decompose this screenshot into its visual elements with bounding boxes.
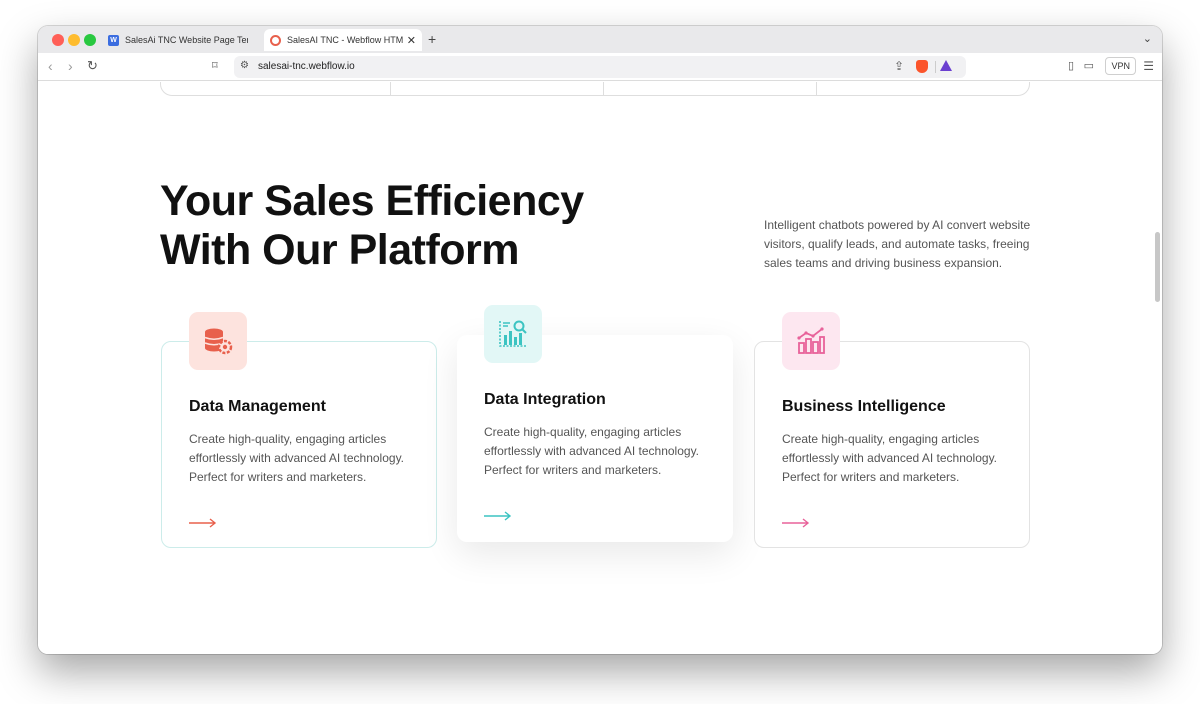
tab-webflow-template[interactable]: W SalesAi TNC Website Page Templ bbox=[102, 29, 254, 51]
feature-card-data-integration[interactable]: Data Integration Create high-quality, en… bbox=[457, 305, 733, 542]
new-tab-button[interactable]: + bbox=[428, 31, 436, 47]
card-description: Create high-quality, engaging articles e… bbox=[484, 425, 700, 477]
vpn-button[interactable]: VPN bbox=[1105, 57, 1136, 75]
feature-card-business-intelligence[interactable]: Business Intelligence Create high-qualit… bbox=[754, 312, 1030, 548]
brave-rewards-icon[interactable] bbox=[940, 60, 952, 71]
brave-shields-icon[interactable] bbox=[916, 60, 928, 73]
arrow-right-icon[interactable] bbox=[782, 518, 810, 528]
card-description: Create high-quality, engaging articles e… bbox=[189, 432, 405, 484]
reload-button[interactable]: ↻ bbox=[87, 58, 98, 74]
page-scrollbar[interactable] bbox=[1155, 232, 1160, 302]
salesai-favicon-icon bbox=[270, 34, 281, 46]
heading-text: With Our Platform bbox=[160, 226, 520, 274]
arrow-right-icon[interactable] bbox=[484, 511, 512, 521]
card-description: Create high-quality, engaging articles e… bbox=[782, 432, 998, 484]
card-title: Data Integration bbox=[484, 391, 606, 408]
site-settings-icon[interactable]: ⚙ bbox=[240, 60, 249, 71]
sidebar-toggle-icon[interactable]: ▯ bbox=[1068, 59, 1074, 72]
divider bbox=[390, 82, 391, 95]
analytics-chart-icon bbox=[499, 320, 527, 347]
divider bbox=[816, 82, 817, 95]
tab-bar: W SalesAi TNC Website Page Templ SalesAI… bbox=[38, 26, 1162, 53]
growth-chart-icon bbox=[797, 327, 825, 354]
stats-strip bbox=[160, 82, 1030, 96]
card-title: Business Intelligence bbox=[782, 398, 946, 415]
icon-box bbox=[189, 312, 247, 370]
arrow-right-icon[interactable] bbox=[189, 518, 217, 528]
heading-text: Your Sales bbox=[160, 177, 386, 225]
close-window-button[interactable] bbox=[52, 34, 64, 46]
browser-toolbar: ‹ › ↻ ⌑ ⚙ salesai-tnc.webflow.io ⇪ ▯ ▭ V… bbox=[38, 53, 1162, 81]
heading-highlight: Efficiency bbox=[385, 177, 584, 225]
close-tab-icon[interactable]: ✕ bbox=[407, 34, 416, 47]
url-text[interactable]: salesai-tnc.webflow.io bbox=[258, 61, 355, 72]
icon-box bbox=[484, 305, 542, 363]
tab-salesai-active[interactable]: SalesAI TNC - Webflow HTML ✕ bbox=[264, 29, 422, 51]
tab-title: SalesAI TNC - Webflow HTML bbox=[287, 35, 403, 45]
browser-window: W SalesAi TNC Website Page Templ SalesAI… bbox=[38, 26, 1162, 654]
page-viewport: Your Sales Efficiency With Our Platform … bbox=[38, 82, 1162, 654]
tab-title: SalesAi TNC Website Page Templ bbox=[125, 35, 248, 45]
card-title: Data Management bbox=[189, 398, 326, 415]
share-icon[interactable]: ⇪ bbox=[894, 59, 904, 73]
divider bbox=[935, 61, 936, 73]
address-bar[interactable]: ⚙ salesai-tnc.webflow.io ⇪ bbox=[234, 56, 966, 78]
section-heading: Your Sales Efficiency With Our Platform bbox=[160, 177, 584, 275]
minimize-window-button[interactable] bbox=[68, 34, 80, 46]
tab-list-chevron-icon[interactable]: ⌄ bbox=[1143, 32, 1152, 45]
forward-button[interactable]: › bbox=[68, 58, 73, 74]
menu-icon[interactable]: ☰ bbox=[1143, 59, 1154, 73]
icon-box bbox=[782, 312, 840, 370]
divider bbox=[603, 82, 604, 95]
zoom-window-button[interactable] bbox=[84, 34, 96, 46]
webflow-favicon-icon: W bbox=[108, 34, 119, 46]
back-button[interactable]: ‹ bbox=[48, 58, 53, 74]
feature-card-data-management[interactable]: Data Management Create high-quality, eng… bbox=[161, 312, 437, 548]
database-gear-icon bbox=[204, 328, 233, 355]
section-intro: Intelligent chatbots powered by AI conve… bbox=[764, 218, 1031, 270]
wallet-icon[interactable]: ▭ bbox=[1084, 59, 1094, 72]
bookmark-icon[interactable]: ⌑ bbox=[212, 59, 218, 72]
